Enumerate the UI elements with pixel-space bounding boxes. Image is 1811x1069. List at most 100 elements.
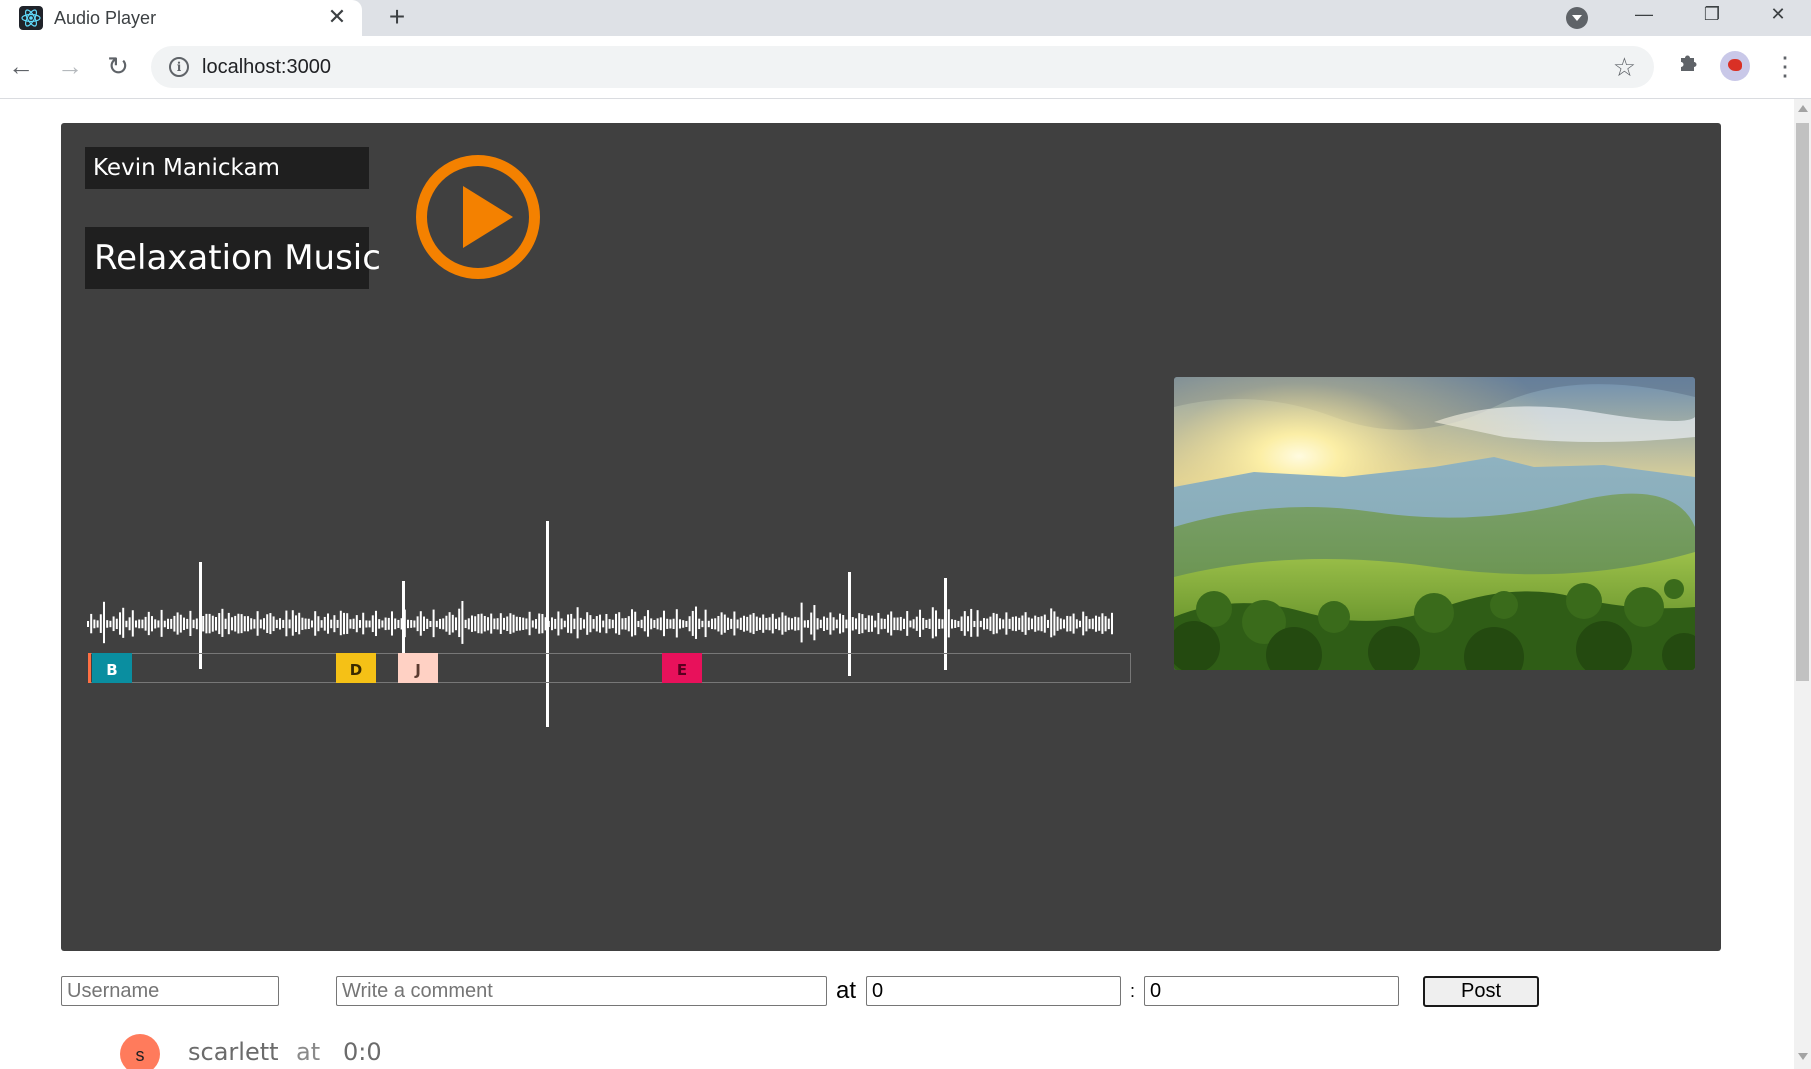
- waveform-bar: [650, 618, 653, 630]
- waveform-bar: [375, 610, 377, 637]
- waveform-bar: [269, 613, 272, 635]
- window-close-button[interactable]: ✕: [1748, 0, 1808, 28]
- waveform-bar: [912, 619, 915, 629]
- waveform-bar: [227, 612, 230, 635]
- waveform-bar: [867, 615, 870, 633]
- waveform-bar: [333, 615, 336, 633]
- waveform-bar: [122, 607, 125, 638]
- waveform-bar: [506, 616, 509, 632]
- tab-search-icon[interactable]: [1566, 7, 1588, 29]
- waveform-bar: [599, 614, 601, 633]
- waveform-bar: [90, 613, 93, 634]
- reload-button[interactable]: ↻: [101, 49, 135, 83]
- comment-list-item: s scarlett at 0:0: [120, 1034, 620, 1069]
- browser-toolbar: ← → ↻ i localhost:3000 ☆ ⋮: [0, 36, 1811, 99]
- waveform-bar: [112, 616, 115, 632]
- waveform-bar: [637, 620, 640, 628]
- at-label: at: [836, 977, 857, 1004]
- waveform-bar: [711, 618, 713, 630]
- comment-marker-j[interactable]: J: [398, 653, 438, 683]
- new-tab-button[interactable]: +: [382, 2, 412, 32]
- waveform-bar: [845, 619, 848, 629]
- comment-input[interactable]: [336, 976, 827, 1006]
- waveform-bar: [1066, 615, 1069, 632]
- waveform-bar: [515, 616, 518, 631]
- marker-letter: D: [349, 661, 363, 679]
- waveform-bar: [899, 616, 902, 631]
- site-info-icon[interactable]: i: [169, 57, 189, 77]
- waveform-bar: [538, 613, 541, 634]
- browser-tab[interactable]: Audio Player ✕: [0, 0, 362, 36]
- waveform-bar: [477, 614, 480, 634]
- comment-marker-d[interactable]: D: [336, 653, 376, 683]
- waveform-bar: [605, 613, 608, 634]
- tab-close-icon[interactable]: ✕: [325, 4, 349, 30]
- scroll-thumb[interactable]: [1796, 123, 1809, 681]
- waveform-bar: [442, 618, 445, 630]
- forward-button[interactable]: →: [53, 49, 87, 83]
- waveform-bar: [579, 617, 582, 630]
- waveform-bar: [96, 620, 99, 628]
- comment-timestamp[interactable]: 0:0: [343, 1038, 382, 1066]
- waveform-bar: [1098, 616, 1101, 631]
- waveform-bar: [237, 613, 240, 634]
- waveform-bar: [1002, 619, 1005, 629]
- waveform-bar: [973, 620, 976, 628]
- waveform-bar: [1085, 616, 1088, 632]
- play-button[interactable]: [416, 155, 540, 279]
- username-input[interactable]: [61, 976, 279, 1006]
- comment-marker-b[interactable]: B: [92, 653, 132, 683]
- waveform-bar: [778, 617, 781, 631]
- waveform-bar: [842, 615, 845, 633]
- restore-button[interactable]: ❐: [1682, 0, 1742, 28]
- url-text[interactable]: localhost:3000: [202, 56, 331, 79]
- waveform-bar: [221, 608, 224, 637]
- waveform-bar: [163, 620, 166, 628]
- waveform-bar: [397, 619, 400, 628]
- waveform-area[interactable]: B D J E: [85, 483, 1131, 753]
- waveform-bar: [970, 608, 973, 637]
- waveform-bar: [743, 615, 745, 632]
- album-cover-image: [1174, 377, 1695, 670]
- waveform-bar: [698, 618, 701, 630]
- post-button[interactable]: Post: [1423, 976, 1539, 1007]
- comment-marker-e[interactable]: E: [662, 653, 702, 683]
- extensions-icon[interactable]: [1674, 51, 1702, 79]
- waveform-bar: [87, 621, 89, 627]
- waveform-bar: [995, 613, 998, 634]
- waveform-bar: [861, 614, 864, 634]
- waveform-bar: [509, 613, 512, 634]
- waveform-bar: [634, 611, 637, 636]
- waveform-bar: [816, 618, 819, 630]
- waveform-bar: [704, 609, 707, 638]
- vertical-scrollbar[interactable]: [1794, 99, 1811, 1069]
- waveform-bar: [589, 615, 592, 633]
- address-bar[interactable]: i localhost:3000 ☆: [151, 46, 1654, 88]
- waveform-bar: [919, 609, 921, 638]
- waveform-bar: [202, 615, 205, 632]
- minimize-button[interactable]: —: [1614, 0, 1674, 28]
- browser-menu-icon[interactable]: ⋮: [1772, 51, 1798, 81]
- comment-timeline[interactable]: [88, 653, 1131, 683]
- waveform-bar: [931, 607, 934, 639]
- back-button[interactable]: ←: [4, 49, 38, 83]
- waveform-bar: [1027, 617, 1030, 631]
- waveform-bar: [279, 618, 281, 630]
- waveform-bar: [762, 614, 765, 633]
- waveform-bar: [554, 618, 557, 629]
- minutes-input[interactable]: [866, 976, 1121, 1006]
- profile-avatar-icon[interactable]: [1720, 51, 1750, 81]
- waveform-bar: [851, 617, 854, 631]
- seconds-input[interactable]: [1144, 976, 1399, 1006]
- waveform-bar: [640, 619, 643, 629]
- waveform-bar: [349, 619, 352, 629]
- bookmark-star-icon[interactable]: ☆: [1613, 52, 1636, 82]
- scroll-up-arrow-icon[interactable]: [1798, 105, 1808, 112]
- waveform[interactable]: [85, 483, 1131, 753]
- waveform-bar: [557, 611, 560, 636]
- waveform-bar: [666, 618, 669, 629]
- waveform-bar: [285, 610, 288, 637]
- waveform-bar: [1056, 616, 1059, 631]
- waveform-bar: [819, 619, 822, 629]
- scroll-down-arrow-icon[interactable]: [1798, 1053, 1808, 1060]
